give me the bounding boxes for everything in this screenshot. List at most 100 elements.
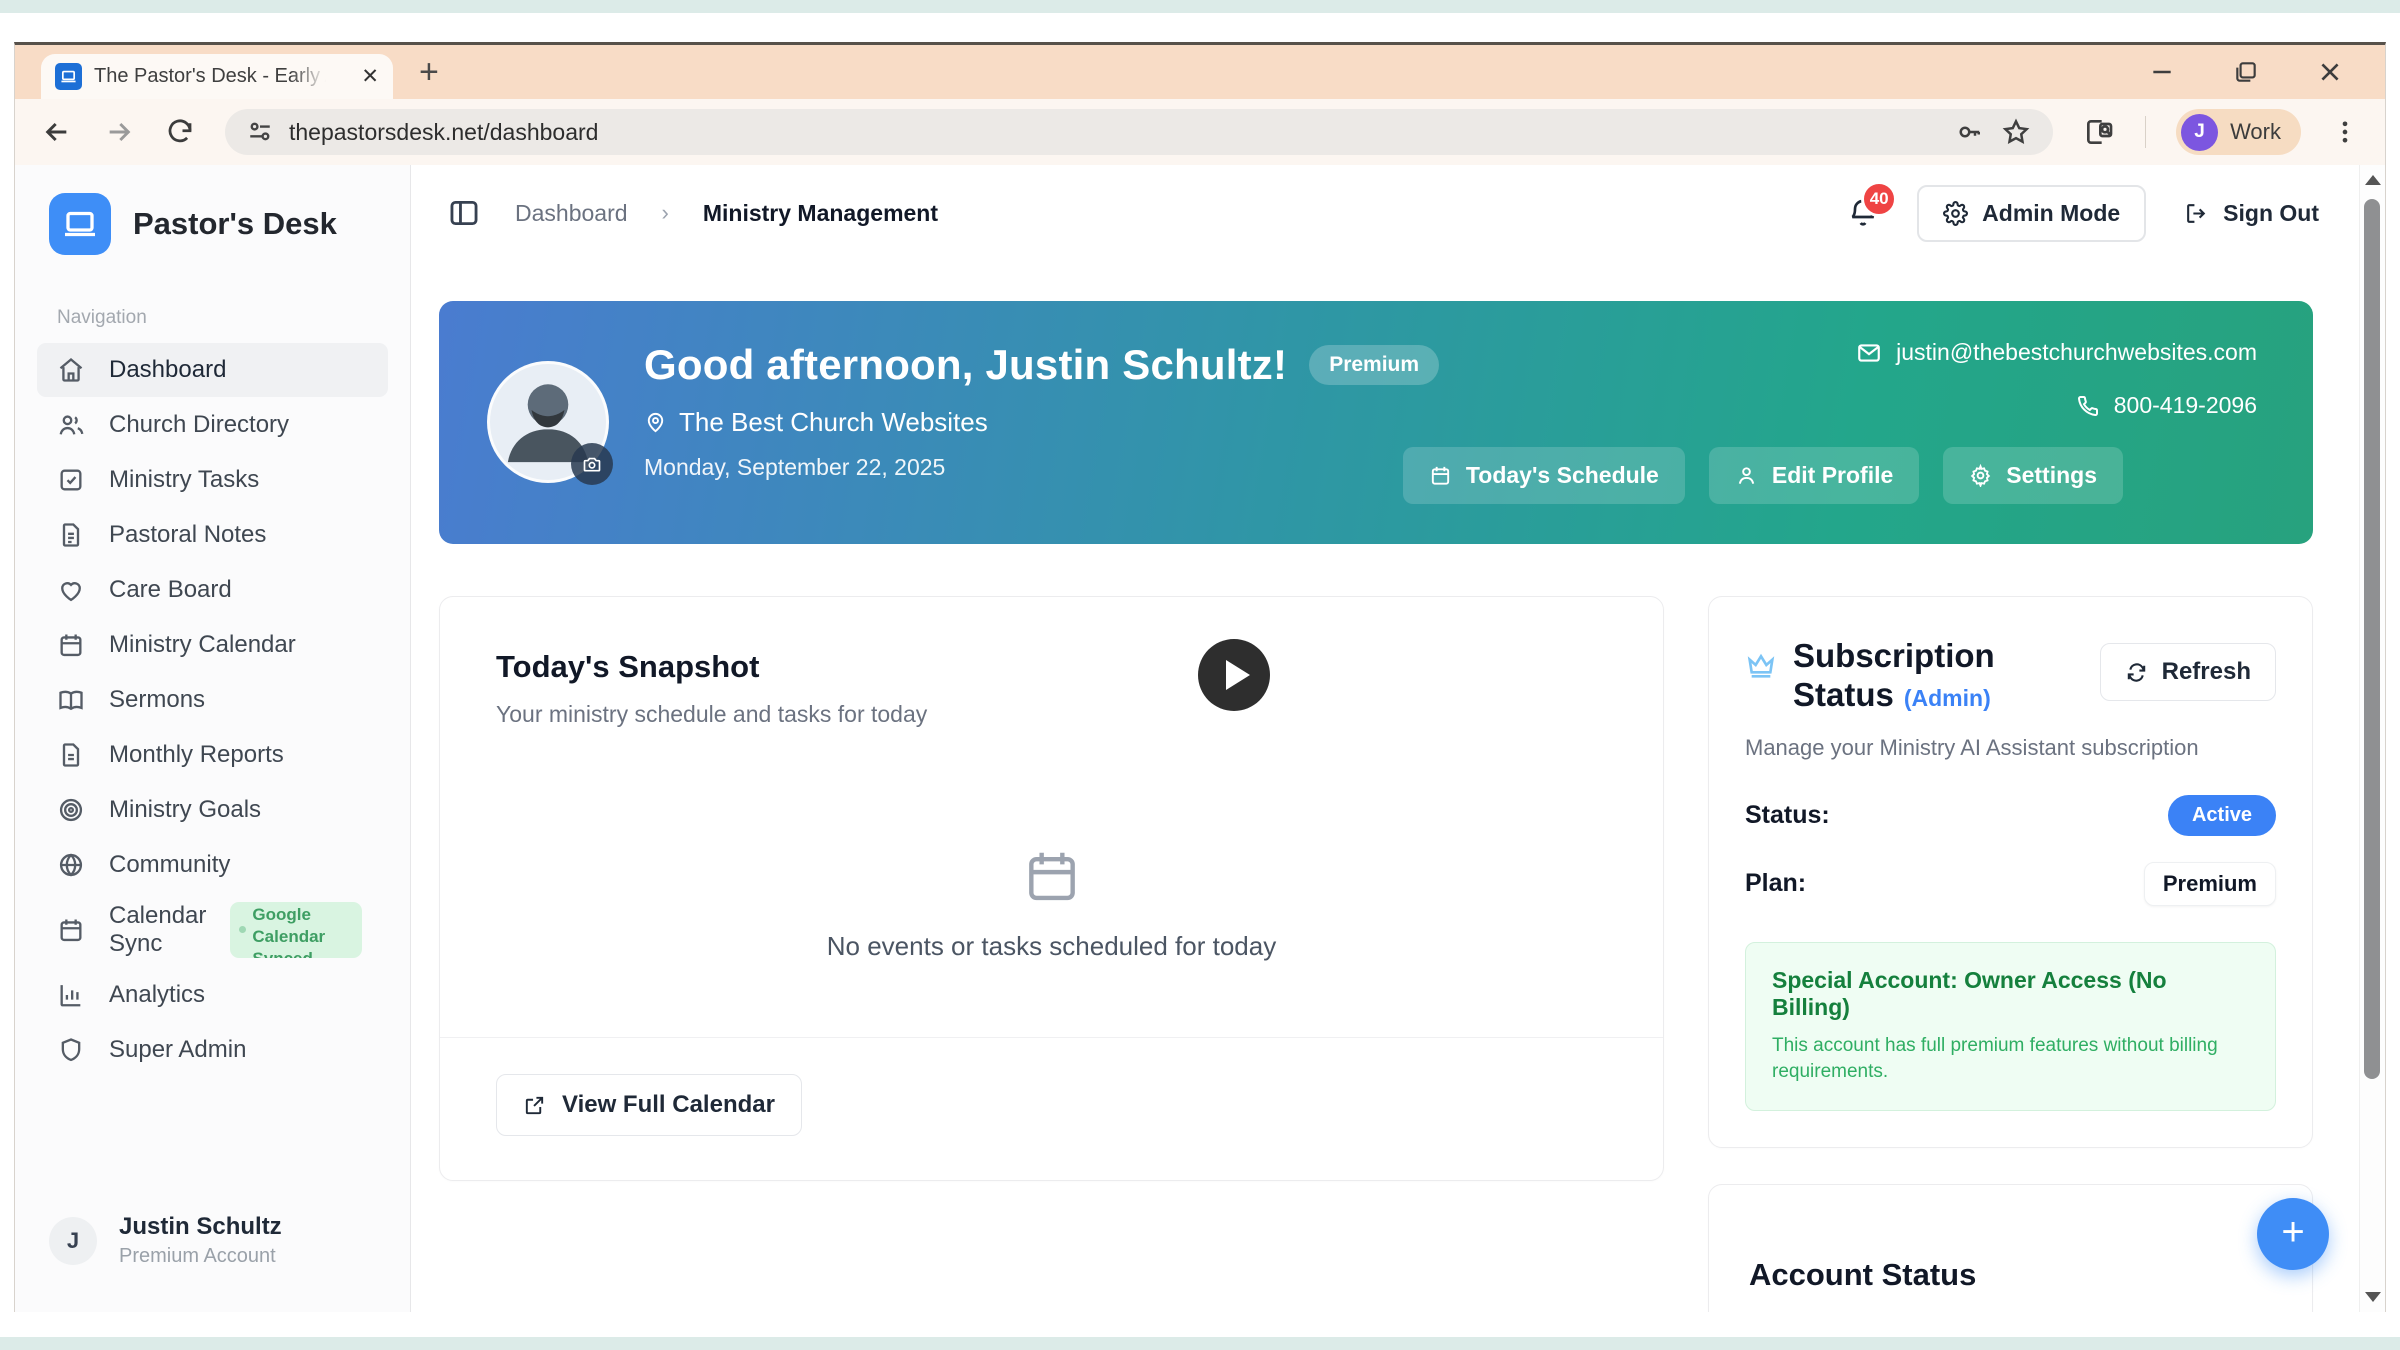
sidebar-item-super-admin[interactable]: Super Admin — [37, 1023, 388, 1077]
snapshot-title: Today's Snapshot — [496, 649, 1607, 685]
plan-label: Plan: — [1745, 869, 1806, 898]
tab-favicon-icon — [55, 63, 82, 90]
password-key-icon[interactable] — [1955, 117, 1985, 147]
file-text-icon — [57, 521, 85, 549]
app-logo-icon — [49, 193, 111, 255]
view-full-calendar-button[interactable]: View Full Calendar — [496, 1074, 802, 1136]
plan-badge: Premium — [2144, 862, 2276, 906]
task-check-icon — [57, 466, 85, 494]
breadcrumb-current: Ministry Management — [703, 200, 938, 227]
tab-close-icon[interactable]: ✕ — [361, 66, 379, 87]
todays-schedule-button[interactable]: Today's Schedule — [1403, 447, 1685, 504]
bar-chart-icon — [57, 981, 85, 1009]
user-name: Justin Schultz — [119, 1213, 282, 1241]
sidebar-item-community[interactable]: Community — [37, 838, 388, 892]
sidebar-item-ministry-tasks[interactable]: Ministry Tasks — [37, 453, 388, 507]
todays-snapshot-card: Today's Snapshot Your ministry schedule … — [439, 596, 1664, 1181]
subscription-subtitle: Manage your Ministry AI Assistant subscr… — [1745, 735, 2276, 761]
edit-profile-button[interactable]: Edit Profile — [1709, 447, 1919, 504]
sidebar-item-sermons[interactable]: Sermons — [37, 673, 388, 727]
heart-icon — [57, 576, 85, 604]
window-close-icon[interactable] — [2317, 59, 2343, 85]
sidebar-item-calendar-sync[interactable]: Calendar Sync Google Calendar Synced — [37, 893, 388, 967]
back-icon[interactable] — [41, 116, 73, 148]
browser-menu-icon[interactable] — [2331, 118, 2359, 146]
sidebar-item-church-directory[interactable]: Church Directory — [37, 398, 388, 452]
empty-message: No events or tasks scheduled for today — [440, 931, 1663, 962]
map-pin-icon — [644, 411, 667, 434]
target-icon — [57, 796, 85, 824]
browser-toolbar: thepastorsdesk.net/dashboard J Work — [15, 99, 2385, 165]
gear-icon — [1943, 201, 1968, 226]
settings-button[interactable]: Settings — [1943, 447, 2123, 504]
sidebar: Pastor's Desk Navigation Dashboard Churc… — [15, 165, 411, 1312]
toolbar-divider — [2145, 116, 2146, 148]
tab-title: The Pastor's Desk - Early Access — [94, 65, 326, 88]
browser-tab[interactable]: The Pastor's Desk - Early Access ✕ — [41, 54, 393, 99]
status-dot — [239, 926, 246, 933]
side-panel-search-icon[interactable] — [2083, 116, 2115, 148]
new-tab-button[interactable]: + — [419, 55, 439, 89]
user-avatar: J — [49, 1217, 97, 1265]
letterbox-top — [0, 0, 2400, 13]
sidebar-item-ministry-goals[interactable]: Ministry Goals — [37, 783, 388, 837]
url-text: thepastorsdesk.net/dashboard — [289, 119, 598, 146]
account-status-card: Account Status Plan: Premium (Active) — [1708, 1184, 2313, 1312]
sidebar-user[interactable]: J Justin Schultz Premium Account — [49, 1213, 282, 1268]
gear-icon — [1969, 464, 1992, 487]
card-divider — [440, 1037, 1663, 1038]
play-icon — [1226, 660, 1250, 690]
refresh-button[interactable]: Refresh — [2100, 643, 2276, 701]
banner-phone: 800-419-2096 — [1856, 392, 2257, 419]
scrollbar-thumb[interactable] — [2364, 199, 2380, 1079]
sidebar-item-pastoral-notes[interactable]: Pastoral Notes — [37, 508, 388, 562]
admin-tag: (Admin) — [1904, 685, 1991, 711]
reload-icon[interactable] — [165, 117, 195, 147]
notifications-badge: 40 — [1861, 181, 1897, 217]
window-minimize-icon[interactable] — [2149, 59, 2175, 85]
scroll-up-arrow[interactable] — [2365, 175, 2381, 185]
breadcrumb-root[interactable]: Dashboard — [515, 200, 628, 227]
camera-icon — [582, 454, 602, 474]
scroll-down-arrow[interactable] — [2365, 1292, 2381, 1302]
sign-out-button[interactable]: Sign Out — [2184, 200, 2319, 227]
empty-calendar-icon — [1021, 845, 1083, 907]
page-scrollbar[interactable] — [2359, 165, 2385, 1312]
breadcrumb-separator: › — [662, 200, 669, 226]
report-file-icon — [57, 741, 85, 769]
status-label: Status: — [1745, 801, 1830, 830]
premium-badge: Premium — [1309, 345, 1439, 385]
users-icon — [57, 411, 85, 439]
site-settings-icon[interactable] — [247, 119, 273, 145]
add-floating-button[interactable]: + — [2257, 1198, 2329, 1270]
user-plan: Premium Account — [119, 1245, 282, 1268]
special-account-notice: Special Account: Owner Access (No Billin… — [1745, 942, 2276, 1111]
sidebar-item-dashboard[interactable]: Dashboard — [37, 343, 388, 397]
shield-icon — [57, 1036, 85, 1064]
sidebar-item-ministry-calendar[interactable]: Ministry Calendar — [37, 618, 388, 672]
banner-email: justin@thebestchurchwebsites.com — [1856, 339, 2257, 366]
sidebar-item-monthly-reports[interactable]: Monthly Reports — [37, 728, 388, 782]
sidebar-item-analytics[interactable]: Analytics — [37, 968, 388, 1022]
browser-profile-chip[interactable]: J Work — [2176, 109, 2301, 155]
notifications-button[interactable]: 40 — [1847, 197, 1879, 229]
sidebar-item-care-board[interactable]: Care Board — [37, 563, 388, 617]
admin-mode-button[interactable]: Admin Mode — [1917, 185, 2146, 242]
address-bar[interactable]: thepastorsdesk.net/dashboard — [225, 109, 2053, 155]
globe-icon — [57, 851, 85, 879]
refresh-icon — [2125, 661, 2148, 684]
letterbox-bottom — [0, 1337, 2400, 1350]
change-photo-button[interactable] — [571, 443, 613, 485]
browser-profile-avatar: J — [2181, 114, 2218, 151]
bookmark-star-icon[interactable] — [2001, 117, 2031, 147]
video-play-button[interactable] — [1198, 639, 1270, 711]
subscription-status-card: Subscription Status(Admin) Refresh Manag… — [1708, 596, 2313, 1148]
calendar-icon — [57, 631, 85, 659]
sidebar-toggle-icon[interactable] — [447, 196, 481, 230]
window-maximize-icon[interactable] — [2233, 59, 2259, 85]
church-name: The Best Church Websites — [679, 407, 988, 438]
book-open-icon — [57, 686, 85, 714]
browser-tab-strip: The Pastor's Desk - Early Access ✕ + — [15, 45, 2385, 99]
forward-icon[interactable] — [103, 116, 135, 148]
welcome-banner: Good afternoon, Justin Schultz! Premium … — [439, 301, 2313, 544]
